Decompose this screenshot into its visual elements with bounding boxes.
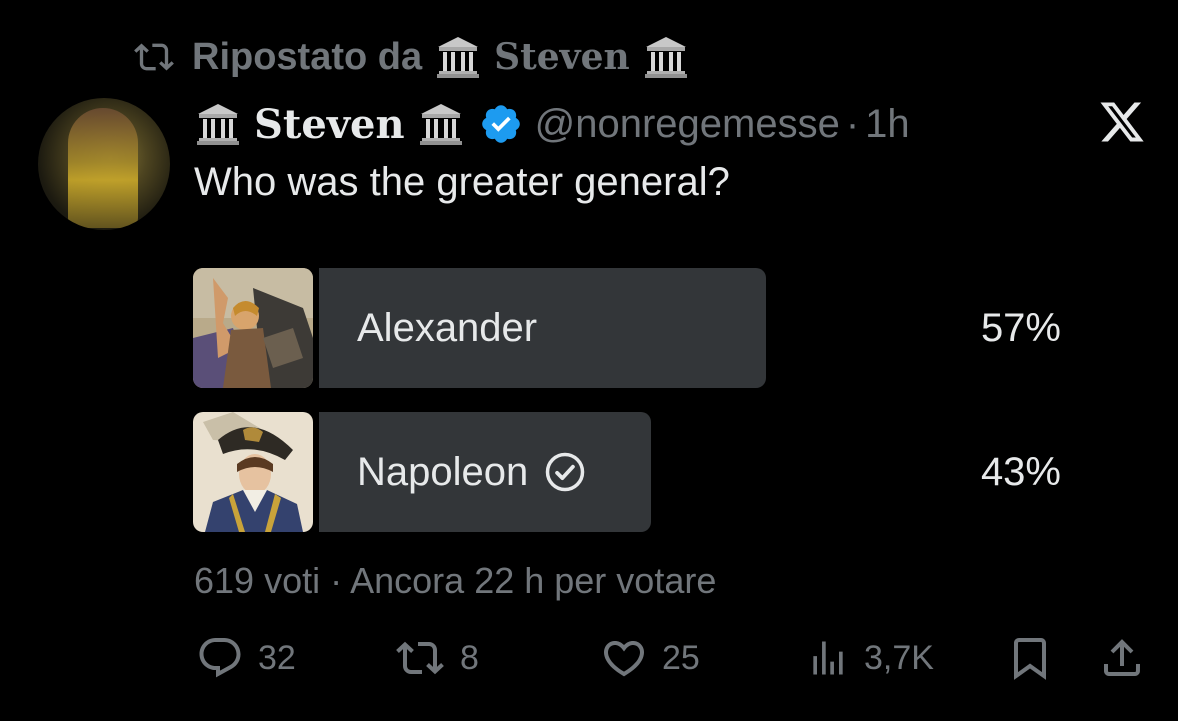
views-button[interactable]: 3,7K xyxy=(806,628,934,688)
repost-name: Steven xyxy=(494,36,630,78)
verified-badge-icon xyxy=(481,105,520,143)
like-button[interactable]: 25 xyxy=(600,628,700,688)
repost-prefix: Ripostato da xyxy=(192,35,423,78)
temple-icon xyxy=(197,104,239,145)
temple-icon xyxy=(419,104,462,145)
alexander-image xyxy=(193,268,313,388)
poll-option-text: Alexander xyxy=(357,306,538,350)
reply-icon xyxy=(199,638,241,678)
tweet-time[interactable]: 1h xyxy=(865,102,910,147)
poll-remaining: Ancora 22 h per votare xyxy=(350,560,717,601)
share-button[interactable] xyxy=(1098,628,1160,688)
x-logo-icon[interactable] xyxy=(1096,98,1148,146)
bookmark-icon xyxy=(1014,638,1046,680)
action-bar: 32 8 25 3,7K xyxy=(0,628,1178,688)
tweet-card: Ripostato da Steven Steven @nonregemesse… xyxy=(0,0,1178,721)
poll-option-percent: 43% xyxy=(980,450,1061,494)
repost-indicator[interactable]: Ripostato da Steven xyxy=(130,32,702,82)
repost-icon xyxy=(396,641,444,675)
tweet-text: Who was the greater general? xyxy=(194,160,730,204)
avatar-figure xyxy=(68,108,138,228)
reply-button[interactable]: 32 xyxy=(196,628,296,688)
bookmark-button[interactable] xyxy=(1006,628,1068,688)
poll-option-napoleon[interactable]: Napoleon 43% xyxy=(193,412,1073,532)
share-icon xyxy=(1104,639,1140,676)
poll-option-percent: 57% xyxy=(980,306,1061,350)
poll-votes: 619 voti xyxy=(194,560,321,601)
header-separator: · xyxy=(845,101,860,146)
reply-count: 32 xyxy=(258,638,296,677)
display-name[interactable]: Steven xyxy=(254,101,405,148)
avatar[interactable] xyxy=(38,98,170,230)
temple-icon xyxy=(437,37,480,78)
repost-count: 8 xyxy=(460,638,479,677)
poll-option-alexander[interactable]: Alexander 57% xyxy=(193,268,1073,388)
check-circle-icon xyxy=(546,452,585,492)
views-count: 3,7K xyxy=(864,638,934,677)
views-icon xyxy=(813,641,843,675)
napoleon-image xyxy=(193,412,313,532)
poll-option-text: Napoleon xyxy=(357,450,529,494)
repost-icon xyxy=(134,43,174,71)
temple-icon xyxy=(644,37,687,78)
poll-meta-separator: · xyxy=(330,560,343,601)
poll-meta: 619 voti · Ancora 22 h per votare xyxy=(194,560,716,602)
like-count: 25 xyxy=(662,638,700,677)
poll-option-label: Napoleon xyxy=(357,412,586,532)
tweet-header: Steven @nonregemesse · 1h xyxy=(194,96,910,152)
like-icon xyxy=(603,641,645,677)
author-handle[interactable]: @nonregemesse xyxy=(535,102,840,147)
repost-button[interactable]: 8 xyxy=(394,628,479,688)
poll-option-label: Alexander xyxy=(357,268,537,388)
